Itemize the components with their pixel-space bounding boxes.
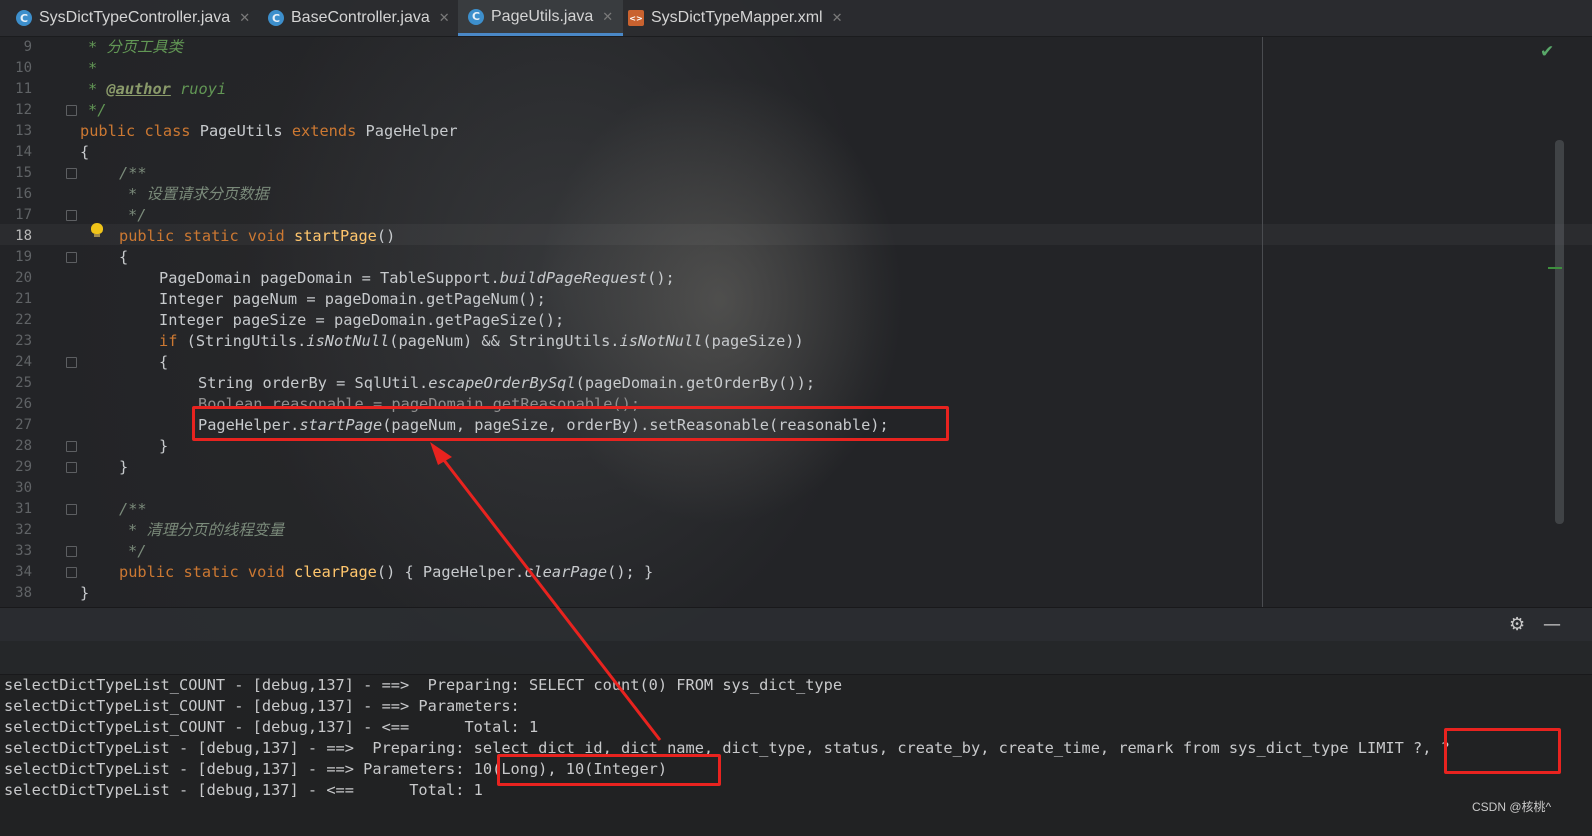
ide-window: C SysDictTypeController.java ✕ C BaseCon… <box>0 0 1592 836</box>
watermark: CSDN @核桃^ <box>1472 800 1552 814</box>
annotation-arrow <box>430 442 662 741</box>
